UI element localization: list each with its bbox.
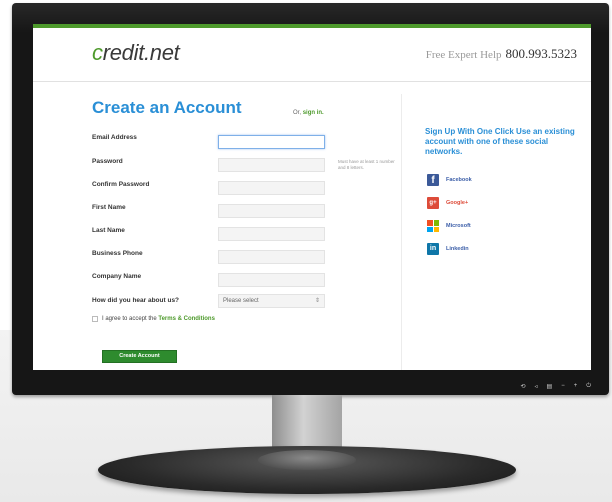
confirm-password-field[interactable] xyxy=(218,181,325,195)
first-name-field[interactable] xyxy=(218,204,325,218)
monitor-menu-button-icon[interactable]: ▤ xyxy=(547,383,553,390)
monitor-power-button-icon[interactable]: ⏻ xyxy=(586,383,591,390)
signin-prefix: Or, xyxy=(293,110,302,116)
password-label: Password xyxy=(92,158,123,165)
select-arrow-icon: ⇕ xyxy=(314,298,320,304)
column-divider xyxy=(401,94,402,370)
monitor-input-button-icon[interactable]: ◃ xyxy=(535,383,538,390)
phone-number[interactable]: 800.993.5323 xyxy=(506,46,578,61)
monitor-controls: ⟲ ◃ ▤ − + ⏻ xyxy=(521,383,592,390)
logo-initial: c xyxy=(92,40,103,65)
terms-checkbox[interactable] xyxy=(92,316,98,322)
hear-about-label: How did you hear about us? xyxy=(92,297,180,304)
password-field[interactable] xyxy=(218,158,325,172)
social-signup-title: Sign Up With One Click Use an existing a… xyxy=(425,127,575,156)
hear-about-select[interactable]: Please select ⇕ xyxy=(218,294,325,308)
agree-text: I agree to accept the xyxy=(102,316,157,322)
monitor-auto-button-icon[interactable]: ⟲ xyxy=(521,383,526,390)
monitor-minus-button-icon[interactable]: − xyxy=(561,383,565,390)
email-field[interactable] xyxy=(218,135,325,149)
linkedin-icon: in xyxy=(427,243,439,255)
last-name-field[interactable] xyxy=(218,227,325,241)
site-header: credit.net Free Expert Help 800.993.5323 xyxy=(33,28,591,82)
linkedin-label: Linkedin xyxy=(446,246,469,252)
help-text: Free Expert Help xyxy=(425,49,502,61)
facebook-label: Facebook xyxy=(446,177,472,183)
terms-agreement: I agree to accept the Terms & Conditions xyxy=(102,316,215,322)
site-logo[interactable]: credit.net xyxy=(92,40,180,66)
company-name-field[interactable] xyxy=(218,273,325,287)
hear-about-selected: Please select xyxy=(223,298,259,304)
expert-help: Free Expert Help 800.993.5323 xyxy=(426,46,577,62)
facebook-icon: f xyxy=(427,174,439,186)
signin-link[interactable]: sign in. xyxy=(303,110,324,116)
monitor-bezel: credit.net Free Expert Help 800.993.5323 … xyxy=(12,3,609,395)
google-plus-label: Google+ xyxy=(446,200,469,206)
email-label: Email Address xyxy=(92,134,137,141)
create-account-button[interactable]: Create Account xyxy=(102,350,177,363)
password-hint: Must have at least 1 number and 8 letter… xyxy=(338,159,395,170)
terms-link[interactable]: Terms & Conditions xyxy=(158,316,215,322)
page-title: Create an Account xyxy=(92,98,242,117)
microsoft-label: Microsoft xyxy=(446,223,471,229)
monitor-plus-button-icon[interactable]: + xyxy=(574,383,578,390)
stage: credit.net Free Expert Help 800.993.5323 … xyxy=(0,0,612,502)
monitor-base-hub xyxy=(258,450,356,470)
logo-rest: redit.net xyxy=(102,40,180,65)
company-name-label: Company Name xyxy=(92,273,142,280)
signin-prompt: Or, sign in. xyxy=(293,110,324,116)
google-plus-icon: g+ xyxy=(427,197,439,209)
business-phone-label: Business Phone xyxy=(92,250,143,257)
first-name-label: First Name xyxy=(92,204,126,211)
monitor-screen: credit.net Free Expert Help 800.993.5323 … xyxy=(33,24,591,370)
business-phone-field[interactable] xyxy=(218,250,325,264)
microsoft-icon xyxy=(427,220,439,232)
confirm-password-label: Confirm Password xyxy=(92,181,150,188)
last-name-label: Last Name xyxy=(92,227,125,234)
